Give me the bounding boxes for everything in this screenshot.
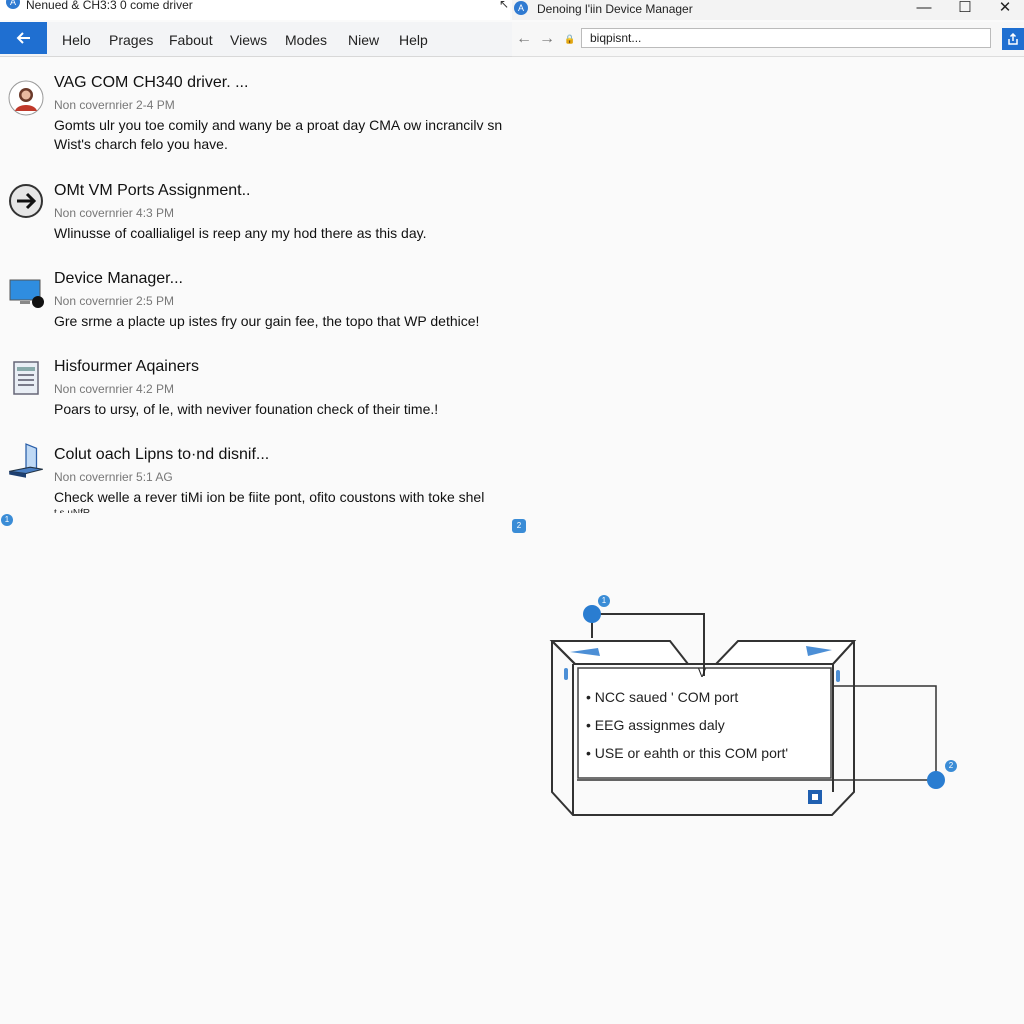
truncated-text: t s.uNfR	[54, 508, 90, 513]
back-button[interactable]	[0, 22, 47, 54]
menu-item-modes[interactable]: Modes	[285, 32, 327, 48]
item-title: Hisfourmer Aqainers	[54, 358, 199, 375]
avatar-icon	[8, 80, 44, 116]
cursor-icon: ↖	[499, 0, 510, 11]
list-item[interactable]: Hisfourmer Aqainers Non covernrier 4:2 P…	[0, 358, 512, 446]
share-icon	[1008, 32, 1018, 45]
diagram-arrow-label: V	[698, 666, 707, 680]
diagram-bullet: • USE or eahth or this COM port'	[586, 745, 789, 761]
diagram-marker: 2	[945, 760, 957, 772]
arrow-left-icon	[16, 32, 30, 44]
menu-item-help[interactable]: Help	[399, 32, 428, 48]
right-window-titlebar: ↖ A Denoing l'iin Device Manager — ☐ ✕	[499, 0, 1024, 20]
nav-forward-button[interactable]: →	[539, 30, 555, 48]
diagram-bullet-text: NCC saued ' COM port	[594, 689, 739, 705]
item-title: VAG COM CH340 driver. ...	[54, 74, 249, 91]
document-icon	[13, 361, 39, 395]
diagram-bullet: • EEG assignmes daly	[586, 717, 725, 733]
menu-item-helo[interactable]: Helo	[62, 32, 91, 48]
left-window-title: Nenued & CH3:3 0 come driver	[26, 0, 193, 12]
nav-back-button[interactable]: ←	[516, 30, 532, 48]
app-icon: A	[6, 0, 20, 9]
item-meta: Non covernrier 2-4 PM	[54, 98, 175, 112]
maximize-button[interactable]: ☐	[945, 0, 985, 18]
lock-icon: 🔒	[564, 34, 576, 44]
menu-item-niew[interactable]: Niew	[348, 32, 379, 48]
address-input[interactable]	[581, 28, 991, 48]
item-title: OMt VM Ports Assignment..	[54, 182, 251, 199]
item-meta: Non covernrier 5:1 AG	[54, 470, 173, 484]
app-icon: A	[514, 1, 528, 15]
laptop-icon	[9, 443, 43, 478]
diagram-node	[927, 771, 945, 789]
monitor-icon	[9, 279, 44, 308]
item-body: Check welle a rever tiMi ion be fiite po…	[54, 489, 485, 505]
diagram-bullet-text: EEG assignmes daly	[594, 717, 725, 733]
item-body: Gre srme a placte up istes fry our gain …	[54, 313, 480, 329]
diagram-bullet: • NCC saued ' COM port	[586, 689, 739, 705]
close-button[interactable]: ✕	[985, 0, 1024, 18]
marker-badge: 1	[1, 514, 13, 526]
list-item[interactable]: OMt VM Ports Assignment.. Non covernrier…	[0, 182, 512, 270]
menu-item-fabout[interactable]: Fabout	[169, 32, 213, 48]
diagram-node	[583, 605, 601, 623]
item-body: Poars to ursy, of le, with neviver founa…	[54, 401, 439, 417]
item-body: Wlinusse of coallialigel is reep any my …	[54, 225, 427, 241]
item-meta: Non covernrier 2:5 PM	[54, 294, 175, 308]
arrow-right-circle-icon	[9, 184, 43, 218]
item-title: Colut oach Lipns to·nd disnif...	[54, 446, 270, 463]
left-window-titlebar: A Nenued & CH3:3 0 come driver	[0, 0, 510, 20]
menubar: Helo Prages Fabout Views Modes Niew Help	[0, 22, 512, 57]
list-item[interactable]: Colut oach Lipns to·nd disnif... Non cov…	[0, 443, 512, 534]
menu-item-prages[interactable]: Prages	[109, 32, 153, 48]
item-meta: Non covernrier 4:2 PM	[54, 382, 175, 396]
share-button[interactable]	[1002, 28, 1024, 50]
right-window-title: Denoing l'iin Device Manager	[537, 2, 693, 16]
minimize-button[interactable]: —	[904, 0, 944, 18]
diagram-marker: 1	[598, 595, 610, 607]
list-item[interactable]: VAG COM CH340 driver. ... Non covernrier…	[0, 74, 512, 162]
diagram-bullet-text: USE or eahth or this COM port'	[594, 745, 789, 761]
item-title: Device Manager...	[54, 270, 183, 287]
item-meta: Non covernrier 4:3 PM	[54, 206, 175, 220]
marker-badge: 2	[512, 519, 526, 533]
diagram-flap-right	[713, 640, 857, 665]
com-port-diagram	[549, 605, 945, 816]
item-body: Gomts ulr you toe comily and wany be a p…	[54, 117, 503, 152]
menu-item-views[interactable]: Views	[230, 32, 267, 48]
address-bar: ← → 🔒	[512, 22, 1024, 57]
list-item[interactable]: Device Manager... Non covernrier 2:5 PM …	[0, 270, 512, 358]
